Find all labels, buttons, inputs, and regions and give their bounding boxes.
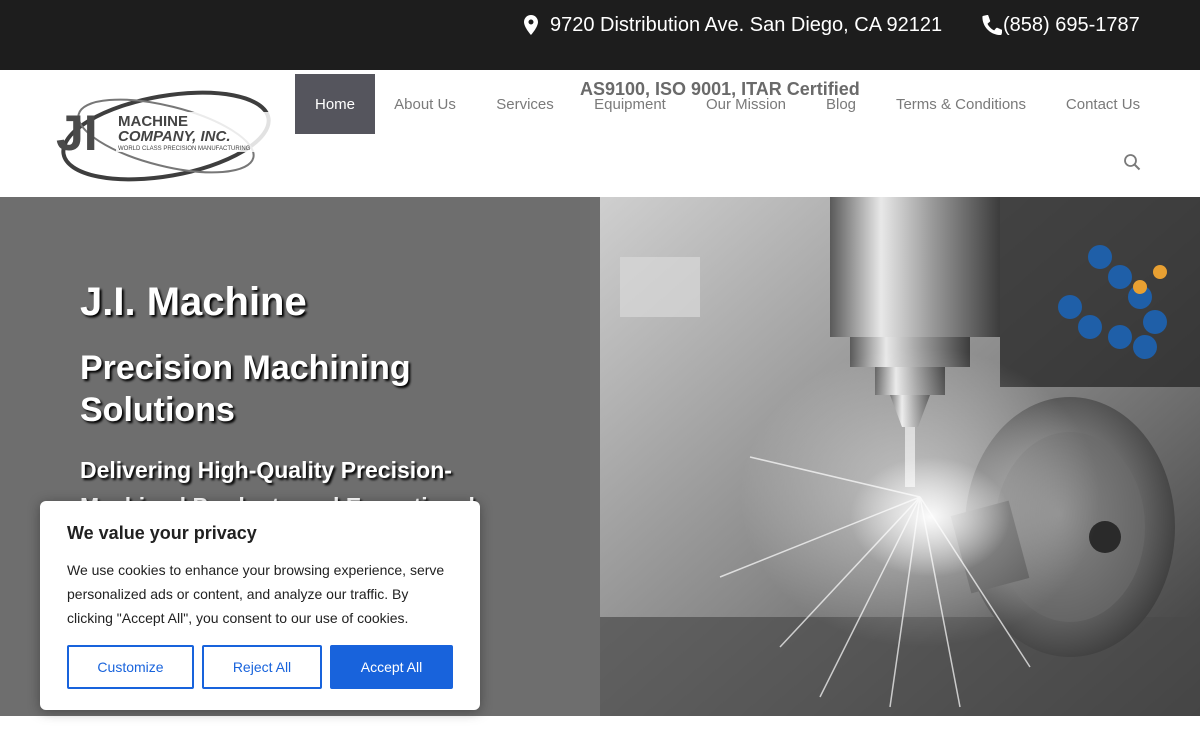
nav-blog[interactable]: Blog (816, 74, 866, 134)
customize-button[interactable]: Customize (67, 645, 194, 689)
cookie-consent-banner: We value your privacy We use cookies to … (40, 501, 480, 710)
reject-all-button[interactable]: Reject All (202, 645, 322, 689)
phone-icon (982, 15, 1002, 35)
hero-machining-image (600, 197, 1200, 716)
hero-title: J.I. Machine (80, 280, 307, 324)
address-text: 9720 Distribution Ave. San Diego, CA 921… (550, 13, 943, 36)
address[interactable]: 9720 Distribution Ave. San Diego, CA 921… (524, 12, 942, 38)
logo-initials: JI (56, 105, 98, 161)
company-logo[interactable]: JI MACHINE COMPANY, INC. WORLD CLASS PRE… (54, 78, 278, 186)
top-contact-bar: 9720 Distribution Ave. San Diego, CA 921… (0, 0, 1200, 70)
nav-contact-us[interactable]: Contact Us (1056, 74, 1150, 134)
nav-equipment[interactable]: Equipment (584, 74, 676, 134)
cookie-title: We value your privacy (67, 523, 257, 543)
map-pin-icon (524, 15, 538, 35)
search-icon[interactable] (1123, 153, 1141, 171)
phone-text: (858) 695-1787 (1003, 13, 1140, 36)
cookie-body: We use cookies to enhance your browsing … (67, 562, 445, 626)
logo-tagline: WORLD CLASS PRECISION MANUFACTURING (118, 146, 251, 152)
nav-services[interactable]: Services (485, 74, 565, 134)
hero-subtitle: Precision Machining Solutions (80, 349, 411, 429)
phone[interactable]: (858) 695-1787 (982, 12, 1140, 38)
nav-home[interactable]: Home (295, 74, 375, 134)
nav-terms-conditions[interactable]: Terms & Conditions (888, 74, 1034, 134)
nav-about-us[interactable]: About Us (380, 74, 470, 134)
nav-our-mission[interactable]: Our Mission (698, 74, 794, 134)
logo-line2: COMPANY, INC. (118, 128, 231, 145)
accept-all-button[interactable]: Accept All (330, 645, 453, 689)
